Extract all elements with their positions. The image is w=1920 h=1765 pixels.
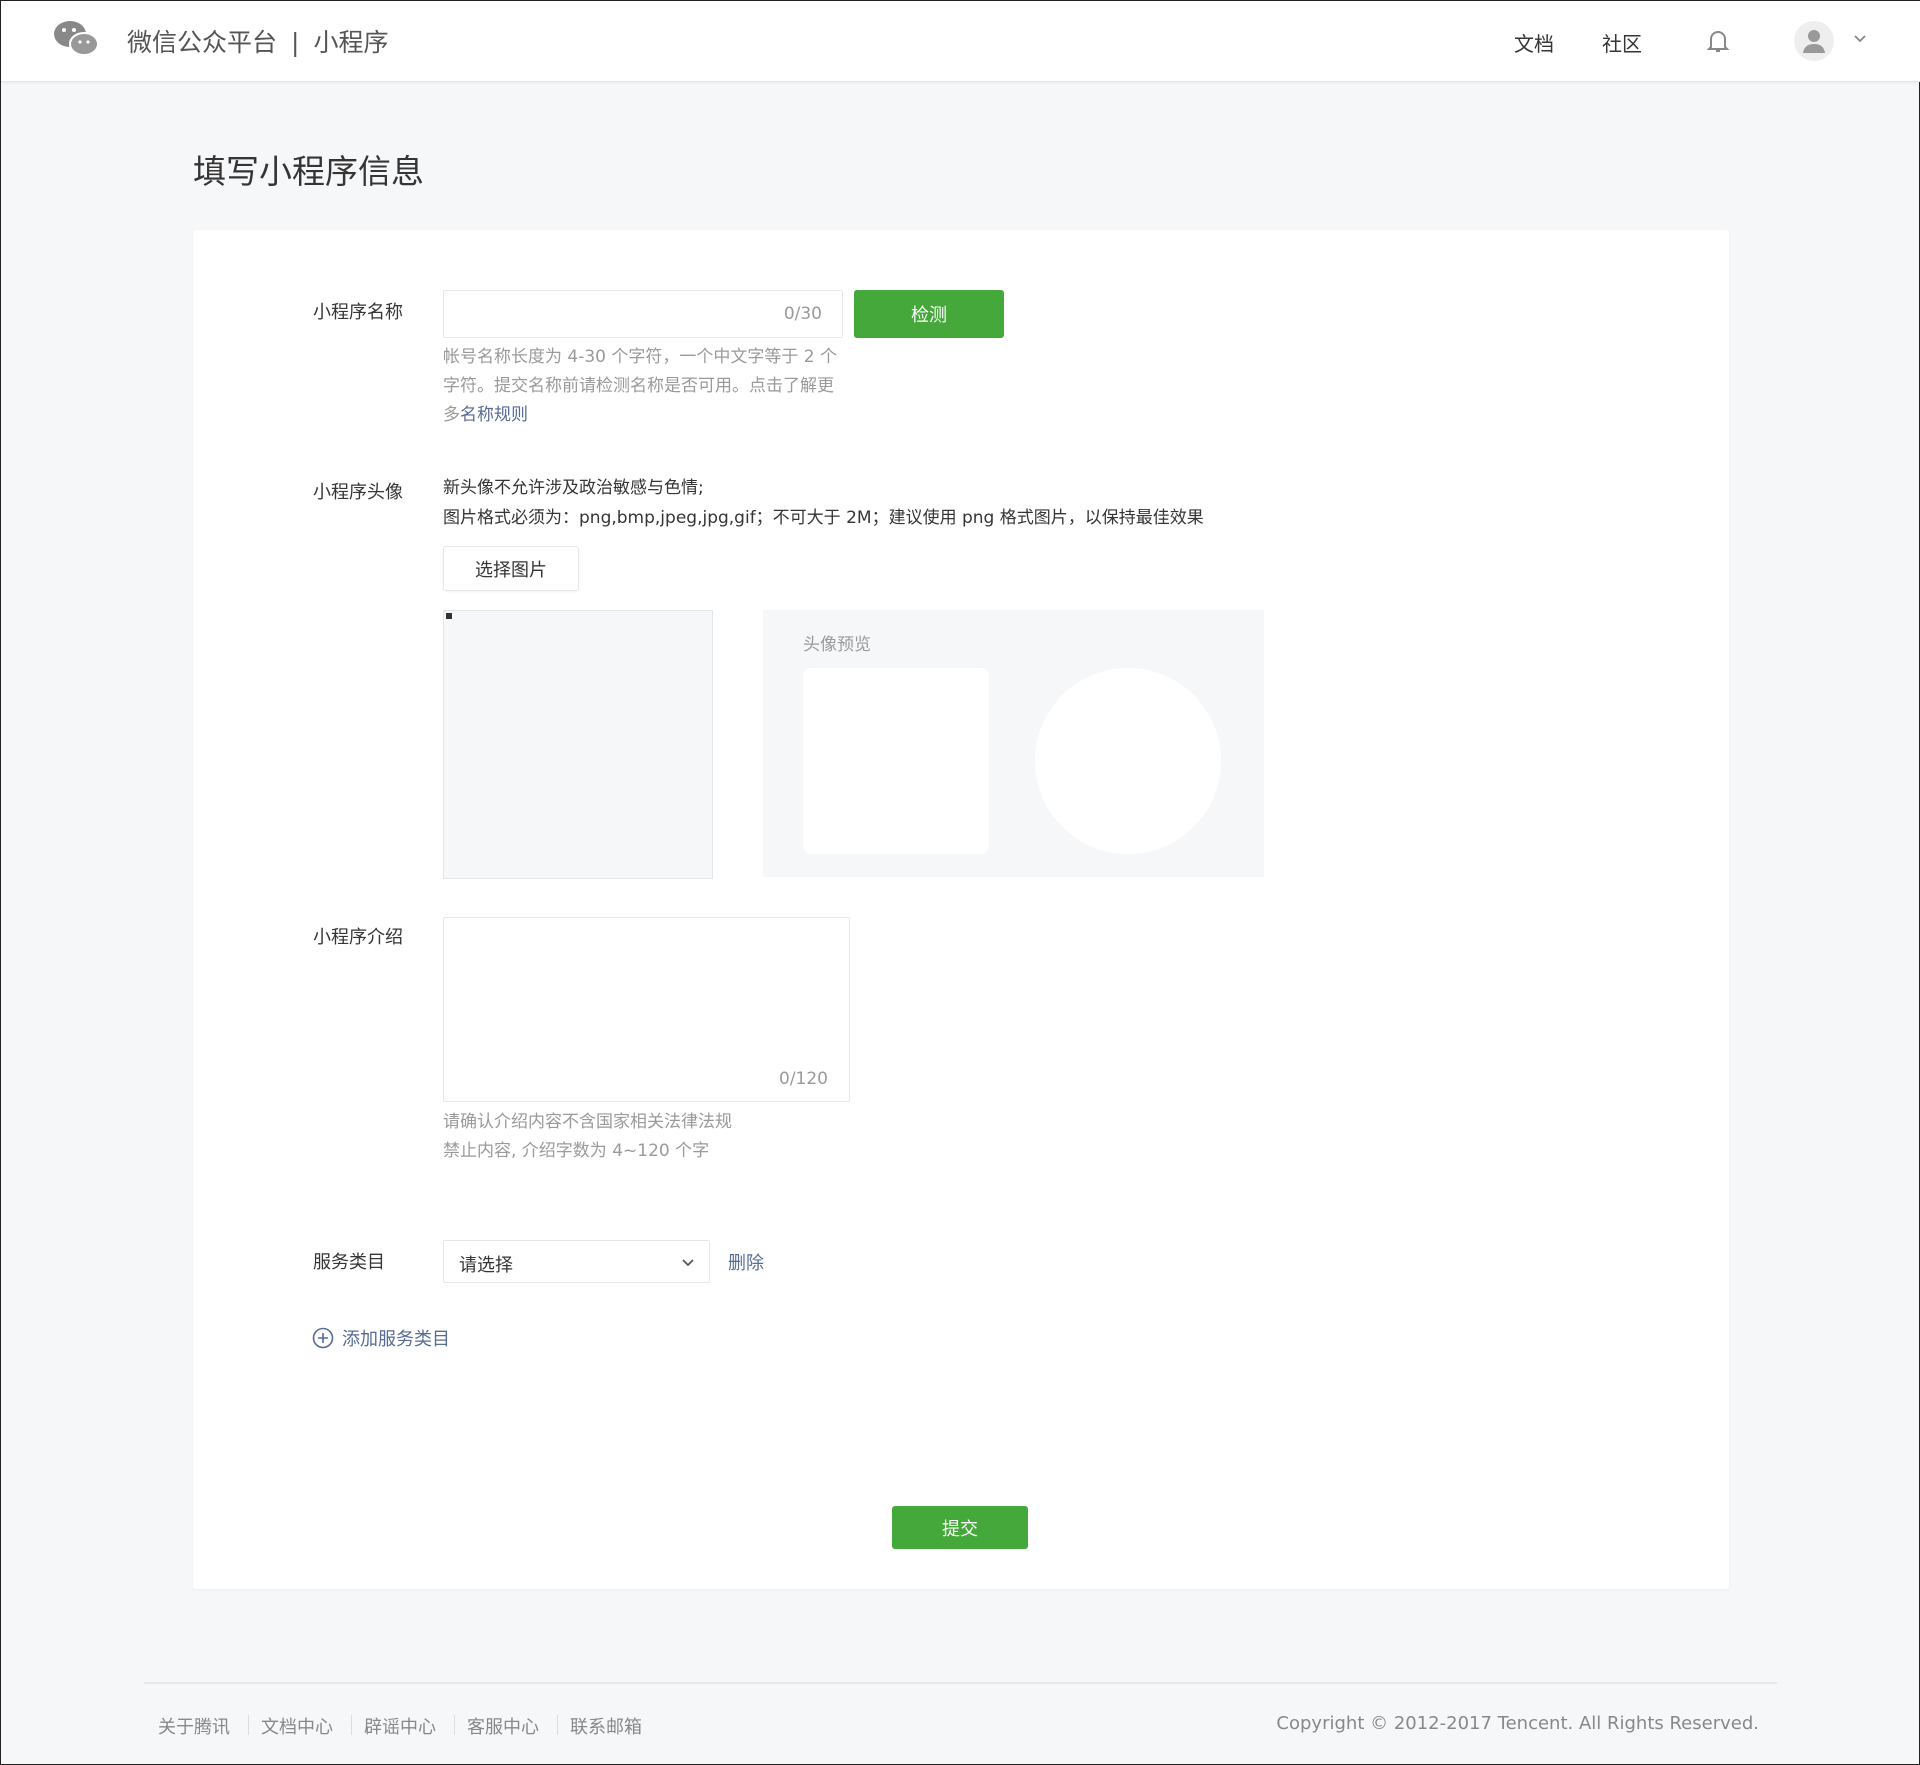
preview-label: 头像预览	[803, 630, 871, 655]
footer-about[interactable]: 关于腾讯	[158, 1713, 230, 1739]
add-category-label: 添加服务类目	[342, 1325, 450, 1351]
intro-hint-1: 请确认介绍内容不含国家相关法律法规	[443, 1108, 732, 1137]
user-icon	[1794, 21, 1834, 61]
avatar-rule-2: 图片格式必须为：png,bmp,jpeg,jpg,gif；不可大于 2M；建议使…	[443, 503, 1204, 528]
chevron-down-icon	[681, 1258, 695, 1268]
intro-textarea[interactable]: 0/120	[443, 917, 850, 1102]
avatar[interactable]	[1794, 21, 1834, 61]
wechat-logo-icon	[53, 19, 99, 59]
intro-label: 小程序介绍	[313, 923, 403, 949]
category-select-value: 请选择	[459, 1251, 513, 1277]
footer-service[interactable]: 客服中心	[467, 1713, 539, 1739]
plus-circle-icon	[312, 1327, 334, 1349]
delete-category-link[interactable]: 删除	[728, 1249, 764, 1275]
footer-separator	[454, 1715, 455, 1735]
circle-preview	[1035, 668, 1221, 854]
footer-separator	[557, 1715, 558, 1735]
name-counter: 0/30	[784, 304, 822, 324]
footer-email[interactable]: 联系邮箱	[570, 1713, 642, 1739]
avatar-label: 小程序头像	[313, 478, 403, 504]
nav-docs[interactable]: 文档	[1514, 28, 1554, 57]
brand-name: 微信公众平台	[127, 28, 277, 57]
avatar-rule-1: 新头像不允许涉及政治敏感与色情;	[443, 473, 704, 498]
top-header: 微信公众平台 | 小程序 文档 社区	[1, 1, 1920, 82]
form-card	[193, 230, 1729, 1589]
name-label: 小程序名称	[313, 298, 403, 324]
footer-separator	[248, 1715, 249, 1735]
avatar-crop-area[interactable]	[443, 610, 713, 879]
product-name: 小程序	[313, 28, 388, 57]
category-label: 服务类目	[313, 1248, 385, 1274]
intro-hint-2: 禁止内容, 介绍字数为 4~120 个字	[443, 1137, 709, 1166]
name-rules-link[interactable]: 名称规则	[460, 405, 528, 425]
footer-separator	[351, 1715, 352, 1735]
page-title: 填写小程序信息	[193, 145, 424, 193]
check-name-button[interactable]: 检测	[854, 290, 1004, 338]
intro-counter: 0/120	[779, 1069, 828, 1089]
footer-docs[interactable]: 文档中心	[261, 1713, 333, 1739]
submit-button[interactable]: 提交	[892, 1506, 1028, 1549]
footer-rumor[interactable]: 辟谣中心	[364, 1713, 436, 1739]
select-image-button[interactable]: 选择图片	[443, 546, 579, 591]
nav-community[interactable]: 社区	[1602, 28, 1642, 57]
crop-handle[interactable]	[446, 613, 452, 619]
footer-divider	[144, 1682, 1777, 1684]
square-preview	[803, 668, 989, 854]
category-select[interactable]: 请选择	[443, 1240, 710, 1283]
copyright: Copyright © 2012-2017 Tencent. All Right…	[1276, 1713, 1759, 1734]
chevron-down-icon[interactable]	[1853, 34, 1867, 44]
brand-title[interactable]: 微信公众平台 | 小程序	[127, 23, 388, 59]
name-hint: 帐号名称长度为 4-30 个字符，一个中文字等于 2 个字符。提交名称前请检测名…	[443, 343, 848, 430]
brand-separator: |	[291, 28, 299, 57]
avatar-preview-panel: 头像预览	[763, 610, 1264, 877]
bell-icon[interactable]	[1706, 27, 1730, 55]
name-input[interactable]: 0/30	[443, 290, 843, 338]
add-category-link[interactable]: 添加服务类目	[312, 1325, 450, 1351]
